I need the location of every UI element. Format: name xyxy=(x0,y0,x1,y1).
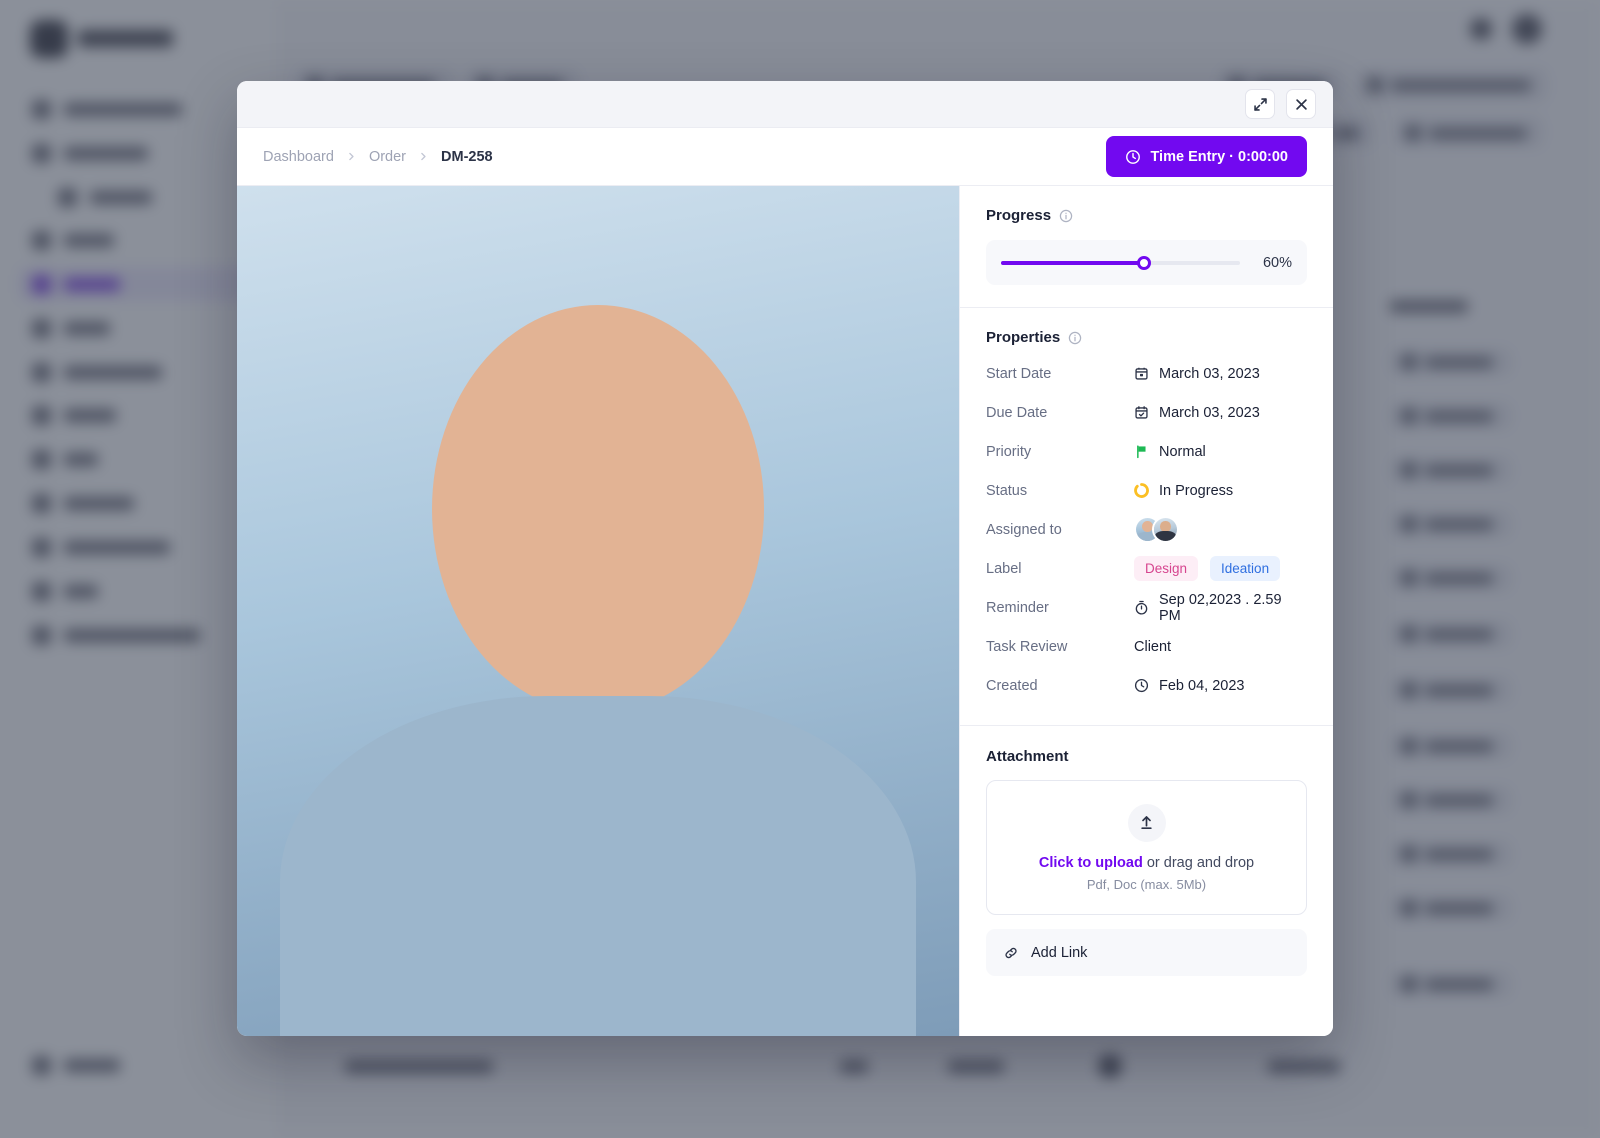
progress-heading-row: Progress xyxy=(986,207,1307,224)
property-label: Priority xyxy=(986,443,1032,460)
progress-section: Progress 60% xyxy=(960,186,1333,308)
property-row-priority: Priority Normal xyxy=(986,432,1307,471)
upload-rest-text: or drag and drop xyxy=(1142,854,1255,871)
comment-composer xyxy=(237,186,959,1036)
property-row-start-date: Start Date March 03, 2023 xyxy=(986,354,1307,393)
clock-icon xyxy=(1134,678,1149,693)
property-value-container[interactable]: In Progress xyxy=(1134,483,1233,499)
property-label: Reminder xyxy=(986,599,1049,616)
status-badge[interactable]: Design xyxy=(1134,556,1199,581)
property-row-status: Status In Progress xyxy=(986,471,1307,510)
expand-arrows-icon[interactable] xyxy=(1245,89,1275,119)
progress-value-label: 60% xyxy=(1262,254,1292,271)
property-label: Status xyxy=(986,482,1028,499)
property-value: March 03, 2023 xyxy=(1159,404,1260,421)
breadcrumb-item-order[interactable]: Order xyxy=(369,149,406,165)
link-icon xyxy=(1003,945,1019,961)
property-row-task-review: Task Review Client xyxy=(986,627,1307,666)
property-label: Task Review xyxy=(986,638,1068,655)
property-label: Assigned to xyxy=(986,521,1062,538)
properties-heading: Properties xyxy=(986,329,1061,346)
task-main-column: OneThread Redesign Description It is a l… xyxy=(237,186,960,1036)
avatar xyxy=(1152,516,1179,543)
add-link-button[interactable]: Add Link xyxy=(986,929,1307,976)
property-value-container: Feb 04, 2023 xyxy=(1134,678,1244,694)
property-label: Due Date xyxy=(986,404,1048,421)
progress-slider-container: 60% xyxy=(986,240,1307,285)
property-label: Label xyxy=(986,560,1022,577)
status-ring-icon xyxy=(1134,483,1149,498)
file-dropzone[interactable]: Click to upload or drag and drop Pdf, Do… xyxy=(986,780,1307,915)
breadcrumb-row: Dashboard Order DM-258 Time Entry · 0:00… xyxy=(237,128,1333,186)
progress-slider-handle[interactable] xyxy=(1137,255,1152,270)
progress-heading: Progress xyxy=(986,207,1052,224)
calendar-check-icon xyxy=(1134,405,1149,420)
breadcrumb-item-dashboard[interactable]: Dashboard xyxy=(263,149,334,165)
property-row-due-date: Due Date March 03, 2023 xyxy=(986,393,1307,432)
property-value-container[interactable]: March 03, 2023 xyxy=(1134,366,1260,382)
dropzone-hint: Pdf, Doc (max. 5Mb) xyxy=(1086,876,1207,892)
property-label: Created xyxy=(986,677,1038,694)
property-row-reminder: Reminder Sep 02,2023 . 2.59 PM xyxy=(986,588,1307,627)
timer-icon xyxy=(1134,600,1149,615)
upload-link[interactable]: Click to upload xyxy=(1039,855,1143,871)
flag-icon xyxy=(1134,444,1149,459)
properties-heading-row: Properties xyxy=(986,329,1307,346)
info-icon[interactable] xyxy=(1059,209,1073,223)
time-entry-button[interactable]: Time Entry · 0:00:00 xyxy=(1106,136,1307,177)
property-value: Sep 02,2023 . 2.59 PM xyxy=(1159,591,1282,624)
upload-icon xyxy=(1127,803,1166,842)
property-row-assigned-to: Assigned to xyxy=(986,510,1307,549)
info-icon[interactable] xyxy=(1068,331,1082,345)
task-properties-column: Progress 60% Properties Start Date March… xyxy=(960,186,1333,1036)
property-value-container: Design Ideation xyxy=(1134,556,1281,581)
properties-section: Properties Start Date March 03, 2023 Due… xyxy=(960,308,1333,726)
property-label: Start Date xyxy=(986,365,1052,382)
property-value-container[interactable]: Normal xyxy=(1134,444,1206,460)
property-value: Feb 04, 2023 xyxy=(1159,677,1245,694)
chevron-right-icon xyxy=(419,152,428,161)
avatar-group[interactable] xyxy=(1134,516,1179,543)
close-icon[interactable] xyxy=(1286,89,1316,119)
property-value: March 03, 2023 xyxy=(1159,365,1260,382)
property-value: Normal xyxy=(1159,443,1206,460)
status-badge[interactable]: Ideation xyxy=(1210,556,1281,581)
add-link-label: Add Link xyxy=(1031,944,1088,961)
property-row-label: Label Design Ideation xyxy=(986,549,1307,588)
time-entry-label: Time Entry · 0:00:00 xyxy=(1150,148,1288,165)
breadcrumb-item-current: DM-258 xyxy=(441,148,493,165)
dropzone-main-text: Click to upload or drag and drop xyxy=(1039,855,1254,871)
chevron-right-icon xyxy=(347,152,356,161)
property-value-container[interactable]: Client xyxy=(1134,639,1171,655)
property-value-container[interactable] xyxy=(1134,516,1179,543)
task-detail-modal: Dashboard Order DM-258 Time Entry · 0:00… xyxy=(237,81,1333,1036)
property-value: In Progress xyxy=(1159,482,1234,499)
clock-icon xyxy=(1125,149,1141,165)
breadcrumb: Dashboard Order DM-258 xyxy=(263,149,493,165)
progress-slider-fill xyxy=(1001,260,1145,265)
property-value-container[interactable]: Sep 02,2023 . 2.59 PM xyxy=(1134,592,1307,624)
calendar-icon xyxy=(1134,366,1149,381)
modal-body: OneThread Redesign Description It is a l… xyxy=(237,186,1333,1036)
property-value-container[interactable]: March 03, 2023 xyxy=(1134,405,1260,421)
attachment-panel-heading: Attachment xyxy=(986,748,1069,765)
property-value: Client xyxy=(1134,638,1172,655)
modal-topbar xyxy=(237,81,1333,128)
attachment-upload-section: Attachment Click to upload or drag and d… xyxy=(960,726,1333,976)
avatar xyxy=(237,186,959,1036)
property-row-created: Created Feb 04, 2023 xyxy=(986,666,1307,705)
progress-slider[interactable] xyxy=(1001,255,1240,270)
